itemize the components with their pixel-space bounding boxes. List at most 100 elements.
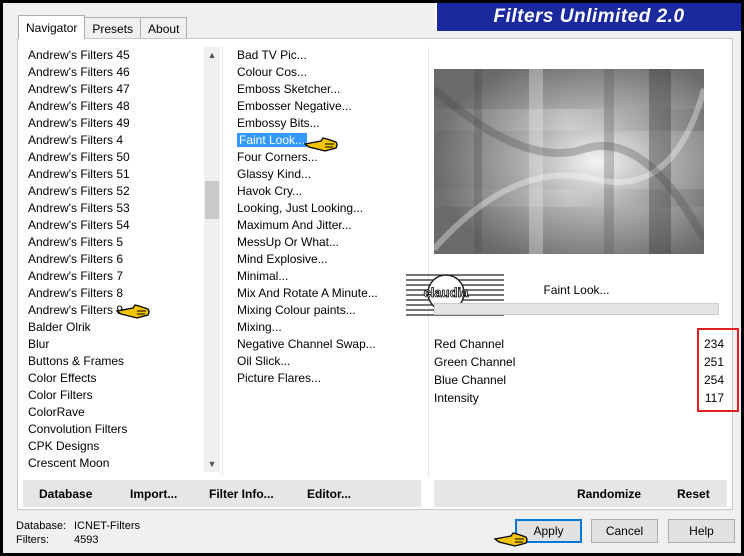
category-item[interactable]: Convolution Filters — [26, 421, 206, 438]
tab-about[interactable]: About — [140, 17, 188, 39]
navigator-panel: Andrew's Filters 45 Andrew's Filters 46 An… — [17, 38, 739, 510]
filter-item[interactable]: Mix And Rotate A Minute... — [235, 285, 425, 302]
scroll-up-icon[interactable]: ▲ — [204, 47, 220, 63]
scroll-down-icon[interactable]: ▼ — [204, 456, 220, 472]
category-item[interactable]: Andrew's Filters 5 — [26, 234, 206, 251]
pointing-hand-icon — [303, 137, 338, 152]
pointing-hand-icon — [493, 532, 528, 547]
param-blue-channel[interactable]: Blue Channel 254 — [434, 371, 734, 389]
filter-item[interactable]: Mind Explosive... — [235, 251, 425, 268]
filter-item[interactable]: Minimal... — [235, 268, 425, 285]
category-scrollbar[interactable]: ▲ ▼ — [204, 47, 220, 472]
category-item[interactable]: Andrew's Filters 51 — [26, 166, 206, 183]
category-item[interactable]: Andrew's Filters 48 — [26, 98, 206, 115]
category-item-label: Andrew's Filters 50 — [28, 150, 130, 164]
help-button[interactable]: Help — [668, 519, 735, 543]
category-item-label: Color Effects — [28, 371, 97, 385]
filter-item[interactable]: Mixing Colour paints... — [235, 302, 425, 319]
filters-label: Filters: — [16, 534, 49, 546]
filter-preview-image — [434, 69, 704, 254]
category-item[interactable]: Blur — [26, 336, 206, 353]
tab-bar: Navigator Presets About — [18, 15, 188, 39]
category-item[interactable]: Crescent Moon — [26, 455, 206, 472]
category-item[interactable]: Andrew's Filters 7 — [26, 268, 206, 285]
filter-item[interactable]: Havok Cry... — [235, 183, 425, 200]
category-item-label: Andrew's Filters 9 — [28, 303, 123, 317]
filter-item[interactable]: Oil Slick... — [235, 353, 425, 370]
filter-item-label: Picture Flares... — [237, 371, 322, 385]
category-list[interactable]: Andrew's Filters 45 Andrew's Filters 46 An… — [26, 47, 206, 472]
highlight-box — [697, 328, 739, 412]
param-green-channel[interactable]: Green Channel 251 — [434, 353, 734, 371]
filter-list[interactable]: Bad TV Pic... Colour Cos... Emboss Sketche… — [235, 47, 425, 472]
filter-item[interactable]: Glassy Kind... — [235, 166, 425, 183]
filters-unlimited-window: Filters Unlimited 2.0 Navigator Presets … — [3, 3, 741, 553]
filter-item[interactable]: Picture Flares... — [235, 370, 425, 387]
filter-item[interactable]: Embosser Negative... — [235, 98, 425, 115]
database-button[interactable]: Database — [39, 487, 92, 501]
database-label: Database: — [16, 520, 67, 532]
category-item[interactable]: Andrew's Filters 50 — [26, 149, 206, 166]
category-item-label: Andrew's Filters 53 — [28, 201, 130, 215]
category-item-label: Color Filters — [28, 388, 93, 402]
filter-item-label: Glassy Kind... — [237, 167, 312, 181]
filter-item[interactable]: Negative Channel Swap... — [235, 336, 425, 353]
filter-item[interactable]: Emboss Sketcher... — [235, 81, 425, 98]
filter-item[interactable]: Maximum And Jitter... — [235, 217, 425, 234]
filter-item[interactable]: Bad TV Pic... — [235, 47, 425, 64]
category-item-label: Andrew's Filters 52 — [28, 184, 130, 198]
filter-item-label: Havok Cry... — [237, 184, 303, 198]
reset-button[interactable]: Reset — [677, 487, 710, 501]
category-item[interactable]: Andrew's Filters 6 — [26, 251, 206, 268]
category-item-label: Andrew's Filters 7 — [28, 269, 123, 283]
filter-item-label: Maximum And Jitter... — [237, 218, 352, 232]
category-item-label: Andrew's Filters 49 — [28, 116, 130, 130]
category-item[interactable]: Andrew's Filters 49 — [26, 115, 206, 132]
filter-item[interactable]: MessUp Or What... — [235, 234, 425, 251]
category-item[interactable]: Andrew's Filters 4 — [26, 132, 206, 149]
filters-count: 4593 — [74, 534, 99, 546]
scrollbar-thumb[interactable] — [205, 181, 219, 219]
category-item[interactable]: CPK Designs — [26, 438, 206, 455]
import-button[interactable]: Import... — [130, 487, 177, 501]
category-item[interactable]: Andrew's Filters 45 — [26, 47, 206, 64]
category-item-label: Andrew's Filters 6 — [28, 252, 123, 266]
pointing-hand-icon — [115, 304, 150, 319]
divider — [222, 47, 223, 477]
category-item[interactable]: Color Filters — [26, 387, 206, 404]
category-item-label: ColorRave — [28, 405, 85, 419]
param-intensity[interactable]: Intensity 117 — [434, 389, 734, 407]
left-toolbar: Database Import... Filter Info... Editor… — [23, 480, 421, 507]
filter-item[interactable]: Looking, Just Looking... — [235, 200, 425, 217]
category-item[interactable]: Andrew's Filters 8 — [26, 285, 206, 302]
param-label: Intensity — [434, 391, 479, 405]
category-item[interactable]: Andrew's Filters 54 — [26, 217, 206, 234]
category-item-label: Andrew's Filters 8 — [28, 286, 123, 300]
category-item-label: Andrew's Filters 4 — [28, 133, 123, 147]
randomize-button[interactable]: Randomize — [577, 487, 641, 501]
param-label: Blue Channel — [434, 373, 507, 387]
category-item[interactable]: Color Effects — [26, 370, 206, 387]
filter-info-button[interactable]: Filter Info... — [209, 487, 274, 501]
filter-item-label: Oil Slick... — [237, 354, 291, 368]
category-item[interactable]: ColorRave — [26, 404, 206, 421]
filter-item-label: Embosser Negative... — [237, 99, 352, 113]
category-item-label: Buttons & Frames — [28, 354, 125, 368]
parameter-list: Red Channel 234 Green Channel 251 Blue C… — [434, 335, 734, 407]
cancel-button[interactable]: Cancel — [591, 519, 658, 543]
category-item[interactable]: Andrew's Filters 47 — [26, 81, 206, 98]
param-red-channel[interactable]: Red Channel 234 — [434, 335, 734, 353]
category-item[interactable]: Buttons & Frames — [26, 353, 206, 370]
editor-button[interactable]: Editor... — [307, 487, 351, 501]
filter-item[interactable]: Colour Cos... — [235, 64, 425, 81]
tab-presets[interactable]: Presets — [84, 17, 142, 39]
filter-item[interactable]: Mixing... — [235, 319, 425, 336]
param-label: Red Channel — [434, 337, 505, 351]
category-item[interactable]: Andrew's Filters 46 — [26, 64, 206, 81]
filter-item-label: Mixing... — [237, 320, 282, 334]
filter-item[interactable]: Embossy Bits... — [235, 115, 425, 132]
category-item[interactable]: Andrew's Filters 53 — [26, 200, 206, 217]
category-item[interactable]: Andrew's Filters 52 — [26, 183, 206, 200]
category-item[interactable]: Balder Olrik — [26, 319, 206, 336]
tab-navigator[interactable]: Navigator — [18, 15, 86, 39]
